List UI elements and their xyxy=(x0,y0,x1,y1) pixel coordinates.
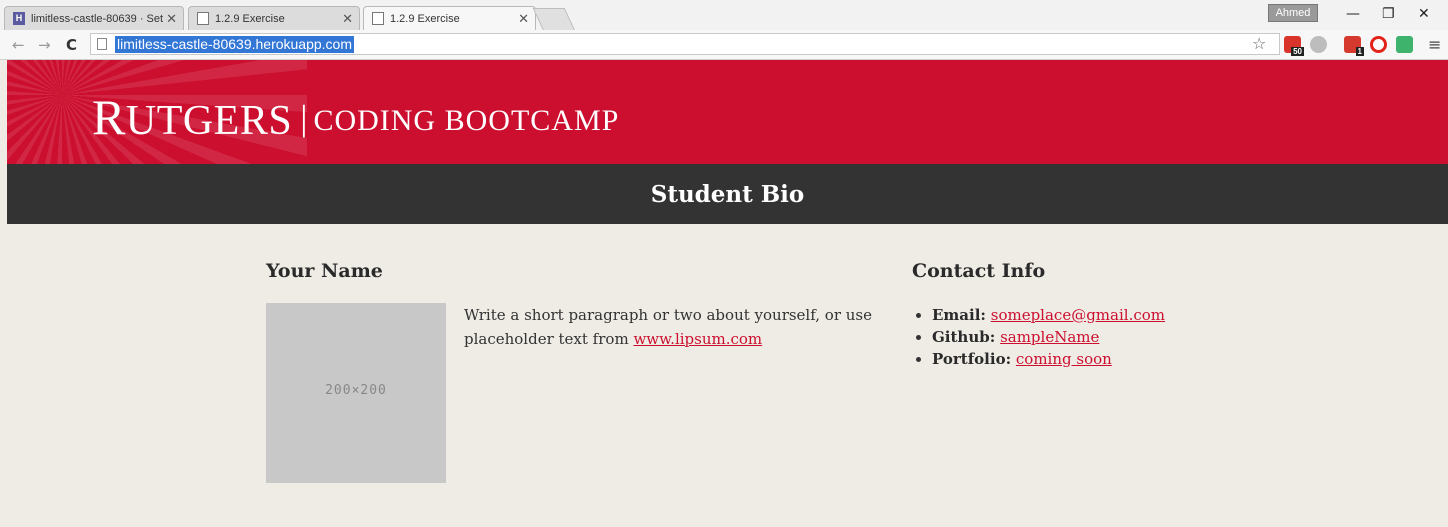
tab-exercise-2-active[interactable]: 1.2.9 Exercise ✕ xyxy=(363,6,536,31)
contact-section: Contact Info Email: someplace@gmail.com … xyxy=(912,260,1165,368)
opera-extension-icon[interactable] xyxy=(1370,36,1387,53)
pushbullet-extension-icon[interactable] xyxy=(1310,36,1327,53)
bio-paragraph: Write a short paragraph or two about you… xyxy=(464,306,872,348)
student-name: Your Name xyxy=(266,260,383,282)
todoist-badge: 1 xyxy=(1355,47,1364,56)
tab-heroku[interactable]: H limitless-castle-80639 · Set ✕ xyxy=(4,6,184,30)
tab-strip: H limitless-castle-80639 · Set ✕ 1.2.9 E… xyxy=(0,0,1448,31)
github-link[interactable]: sampleName xyxy=(1000,328,1099,346)
mail-badge: 50 xyxy=(1291,47,1304,56)
reload-icon[interactable]: C xyxy=(66,36,77,54)
close-icon[interactable]: ✕ xyxy=(518,7,529,31)
new-tab-button[interactable] xyxy=(532,8,576,31)
lipsum-link[interactable]: www.lipsum.com xyxy=(633,330,762,348)
forward-icon[interactable]: → xyxy=(38,36,51,54)
contact-item-portfolio: Portfolio: coming soon xyxy=(932,348,1262,370)
heroku-icon: H xyxy=(13,12,25,25)
bio-section: Your Name 200×200 Write a short paragrap… xyxy=(266,260,872,483)
green-extension-icon[interactable] xyxy=(1396,36,1413,53)
url-text[interactable]: limitless-castle-80639.herokuapp.com xyxy=(115,36,354,53)
section-title-bar: Student Bio xyxy=(7,164,1448,224)
tab-title: limitless-castle-80639 · Set xyxy=(31,13,164,25)
logo-separator: | xyxy=(300,98,308,138)
page-icon xyxy=(197,12,209,25)
portfolio-link[interactable]: coming soon xyxy=(1016,350,1112,368)
menu-icon[interactable]: ≡ xyxy=(1428,35,1441,54)
address-bar[interactable]: limitless-castle-80639.herokuapp.com xyxy=(90,33,1280,55)
contact-list: Email: someplace@gmail.com Github: sampl… xyxy=(912,304,1262,370)
restore-icon[interactable]: ❐ xyxy=(1382,6,1395,22)
contact-item-email: Email: someplace@gmail.com xyxy=(932,304,1262,326)
profile-button[interactable]: Ahmed xyxy=(1268,4,1318,22)
rutgers-logo: RUTGERS | CODING BOOTCAMP xyxy=(92,88,619,146)
minimize-icon[interactable]: — xyxy=(1346,6,1360,22)
window-close-icon[interactable]: ✕ xyxy=(1418,6,1430,22)
mail-extension-icon[interactable]: 50 xyxy=(1284,36,1304,56)
close-icon[interactable]: ✕ xyxy=(342,7,353,30)
logo-rutgers: RUTGERS xyxy=(92,89,293,145)
page-info-icon[interactable] xyxy=(97,38,107,50)
contact-item-github: Github: sampleName xyxy=(932,326,1262,348)
page-content: RUTGERS | CODING BOOTCAMP Student Bio Your… xyxy=(0,60,1448,527)
logo-subtitle: CODING BOOTCAMP xyxy=(313,104,620,137)
close-icon[interactable]: ✕ xyxy=(166,7,177,30)
back-icon[interactable]: ← xyxy=(12,36,25,54)
placeholder-size-text: 200×200 xyxy=(325,383,387,398)
browser-toolbar: ← → C limitless-castle-80639.herokuapp.c… xyxy=(0,30,1448,60)
page-title: Student Bio xyxy=(650,181,805,208)
page-icon xyxy=(372,12,384,25)
contact-heading: Contact Info xyxy=(912,260,1046,282)
todoist-extension-icon[interactable]: 1 xyxy=(1344,36,1364,56)
tab-title: 1.2.9 Exercise xyxy=(215,13,285,25)
bookmark-star-icon[interactable]: ☆ xyxy=(1252,34,1266,53)
site-header: RUTGERS | CODING BOOTCAMP xyxy=(7,60,1448,164)
tab-exercise-1[interactable]: 1.2.9 Exercise ✕ xyxy=(188,6,360,30)
tab-title: 1.2.9 Exercise xyxy=(390,13,460,25)
email-link[interactable]: someplace@gmail.com xyxy=(991,306,1165,324)
profile-image-placeholder: 200×200 xyxy=(266,303,446,483)
